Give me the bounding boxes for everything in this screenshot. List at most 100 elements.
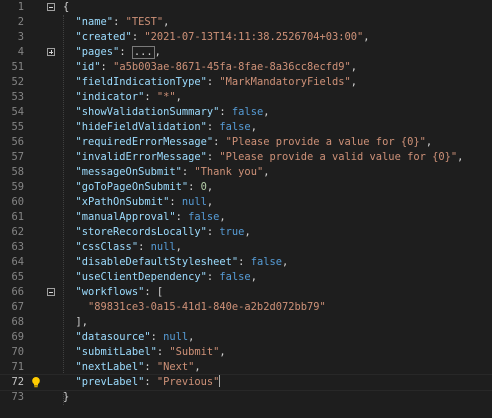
code-text: "nextLabel": "Next", [63,360,201,375]
code-token: : [144,376,157,388]
code-token: , [350,76,358,88]
line-number: 65 [11,271,24,283]
code-line[interactable]: 51 "id": "a5b003ae-8671-45fa-8fae-8a36cc… [0,60,492,75]
code-text: "indicator": "*", [63,90,182,105]
code-token: : [219,106,232,118]
code-token: , [281,256,289,268]
code-token: , [163,16,170,28]
code-text: "id": "a5b003ae-8671-45fa-8fae-8a36cc8ec… [63,60,358,75]
line-number: 59 [11,181,24,193]
code-token: , [425,136,433,148]
code-line[interactable]: 72 "prevLabel": "Previous" [0,374,492,391]
code-token: true [219,226,245,238]
collapsed-region[interactable]: ... [131,46,155,59]
code-token: "prevLabel" [75,376,145,388]
code-token: "requiredErrorMessage" [75,136,214,148]
code-token: "cssClass" [75,241,139,253]
code-token: : [144,91,157,103]
code-line[interactable]: 60 "xPathOnSubmit": null, [0,195,492,210]
code-line[interactable]: 3 "created": "2021-07-13T14:11:38.252670… [0,30,492,45]
text-cursor [219,375,221,387]
code-token: : [113,16,126,28]
code-line[interactable]: 59 "goToPageOnSubmit": 0, [0,180,492,195]
code-token: , [206,196,214,208]
code-token: : [138,241,151,253]
line-number: 62 [11,226,24,238]
lightbulb-icon[interactable] [30,376,42,388]
code-text: "fieldIndicationType": "MarkMandatoryFie… [63,75,358,90]
line-number: 61 [11,211,24,223]
line-number: 3 [17,31,24,43]
code-token: : [181,166,195,178]
code-line[interactable]: 67 "89831ce3-0a15-41d1-840e-a2b2d072bb79… [0,300,492,315]
code-text: "pages": ..., [63,45,161,60]
code-line[interactable]: 65 "useClientDependency": false, [0,270,492,285]
code-text: "workflows": [ [63,285,164,300]
code-line[interactable]: 70 "submitLabel": "Submit", [0,345,492,360]
code-token: "workflows" [75,286,145,298]
code-text: "requiredErrorMessage": "Please provide … [63,135,433,150]
line-number: 63 [11,241,24,253]
code-token: "Thank you" [194,166,264,178]
code-token: : [119,46,132,58]
code-token: , [206,181,214,193]
code-token: : [131,31,145,43]
code-text: "hideFieldValidation": false, [63,120,257,135]
code-line[interactable]: 54 "showValidationSummary": false, [0,105,492,120]
code-token: : [213,136,226,148]
code-token: } [63,391,70,403]
code-text: "messageOnSubmit": "Thank you", [63,165,270,180]
code-token: , [457,151,464,163]
code-token: , [219,211,226,223]
code-line[interactable]: 63 "cssClass": null, [0,240,492,255]
code-text: "89831ce3-0a15-41d1-840e-a2b2d072bb79" [63,300,326,315]
code-token: "created" [75,31,132,43]
code-line[interactable]: 71 "nextLabel": "Next", [0,360,492,375]
code-line[interactable]: 55 "hideFieldValidation": false, [0,120,492,135]
line-number: 71 [11,361,24,373]
code-line[interactable]: 4 "pages": ..., [0,45,492,60]
code-token: "*" [156,91,176,103]
code-editor[interactable]: 1{2 "name": "TEST", 3 "created": "2021-07… [0,0,492,418]
code-text: ], [63,315,89,330]
code-token: "disableDefaultStylesheet" [75,256,239,268]
line-number: 67 [11,301,24,313]
line-number: 56 [11,136,24,148]
code-line[interactable]: 64 "disableDefaultStylesheet": false, [0,255,492,270]
code-line[interactable]: 58 "messageOnSubmit": "Thank you", [0,165,492,180]
code-line[interactable]: 57 "invalidErrorMessage": "Please provid… [0,150,492,165]
collapse-fold-icon[interactable] [47,3,55,11]
code-line[interactable]: 53 "indicator": "*", [0,90,492,105]
code-token: , [219,346,226,358]
code-line[interactable]: 1{ [0,0,492,15]
code-line[interactable]: 52 "fieldIndicationType": "MarkMandatory… [0,75,492,90]
code-token: : [206,226,220,238]
code-line[interactable]: 69 "datasource": null, [0,330,492,345]
code-line[interactable]: 62 "storeRecordsLocally": true, [0,225,492,240]
code-token: { [63,1,70,13]
code-line[interactable]: 68 ], [0,315,492,330]
expand-fold-icon[interactable] [47,48,55,56]
code-line[interactable]: 61 "manualApproval": false, [0,210,492,225]
code-token: , [154,46,161,58]
code-line[interactable]: 56 "requiredErrorMessage": "Please provi… [0,135,492,150]
line-number: 72 [11,376,24,388]
collapse-fold-icon[interactable] [47,288,55,296]
code-token: : [206,151,220,163]
code-line[interactable]: 73} [0,390,492,405]
code-token: null [163,331,189,343]
code-token: "datasource" [75,331,151,343]
code-line[interactable]: 2 "name": "TEST", [0,15,492,30]
code-token: : [144,361,157,373]
code-line[interactable]: 66 "workflows": [ [0,285,492,300]
code-token: null [181,196,207,208]
code-token: "Next" [156,361,195,373]
